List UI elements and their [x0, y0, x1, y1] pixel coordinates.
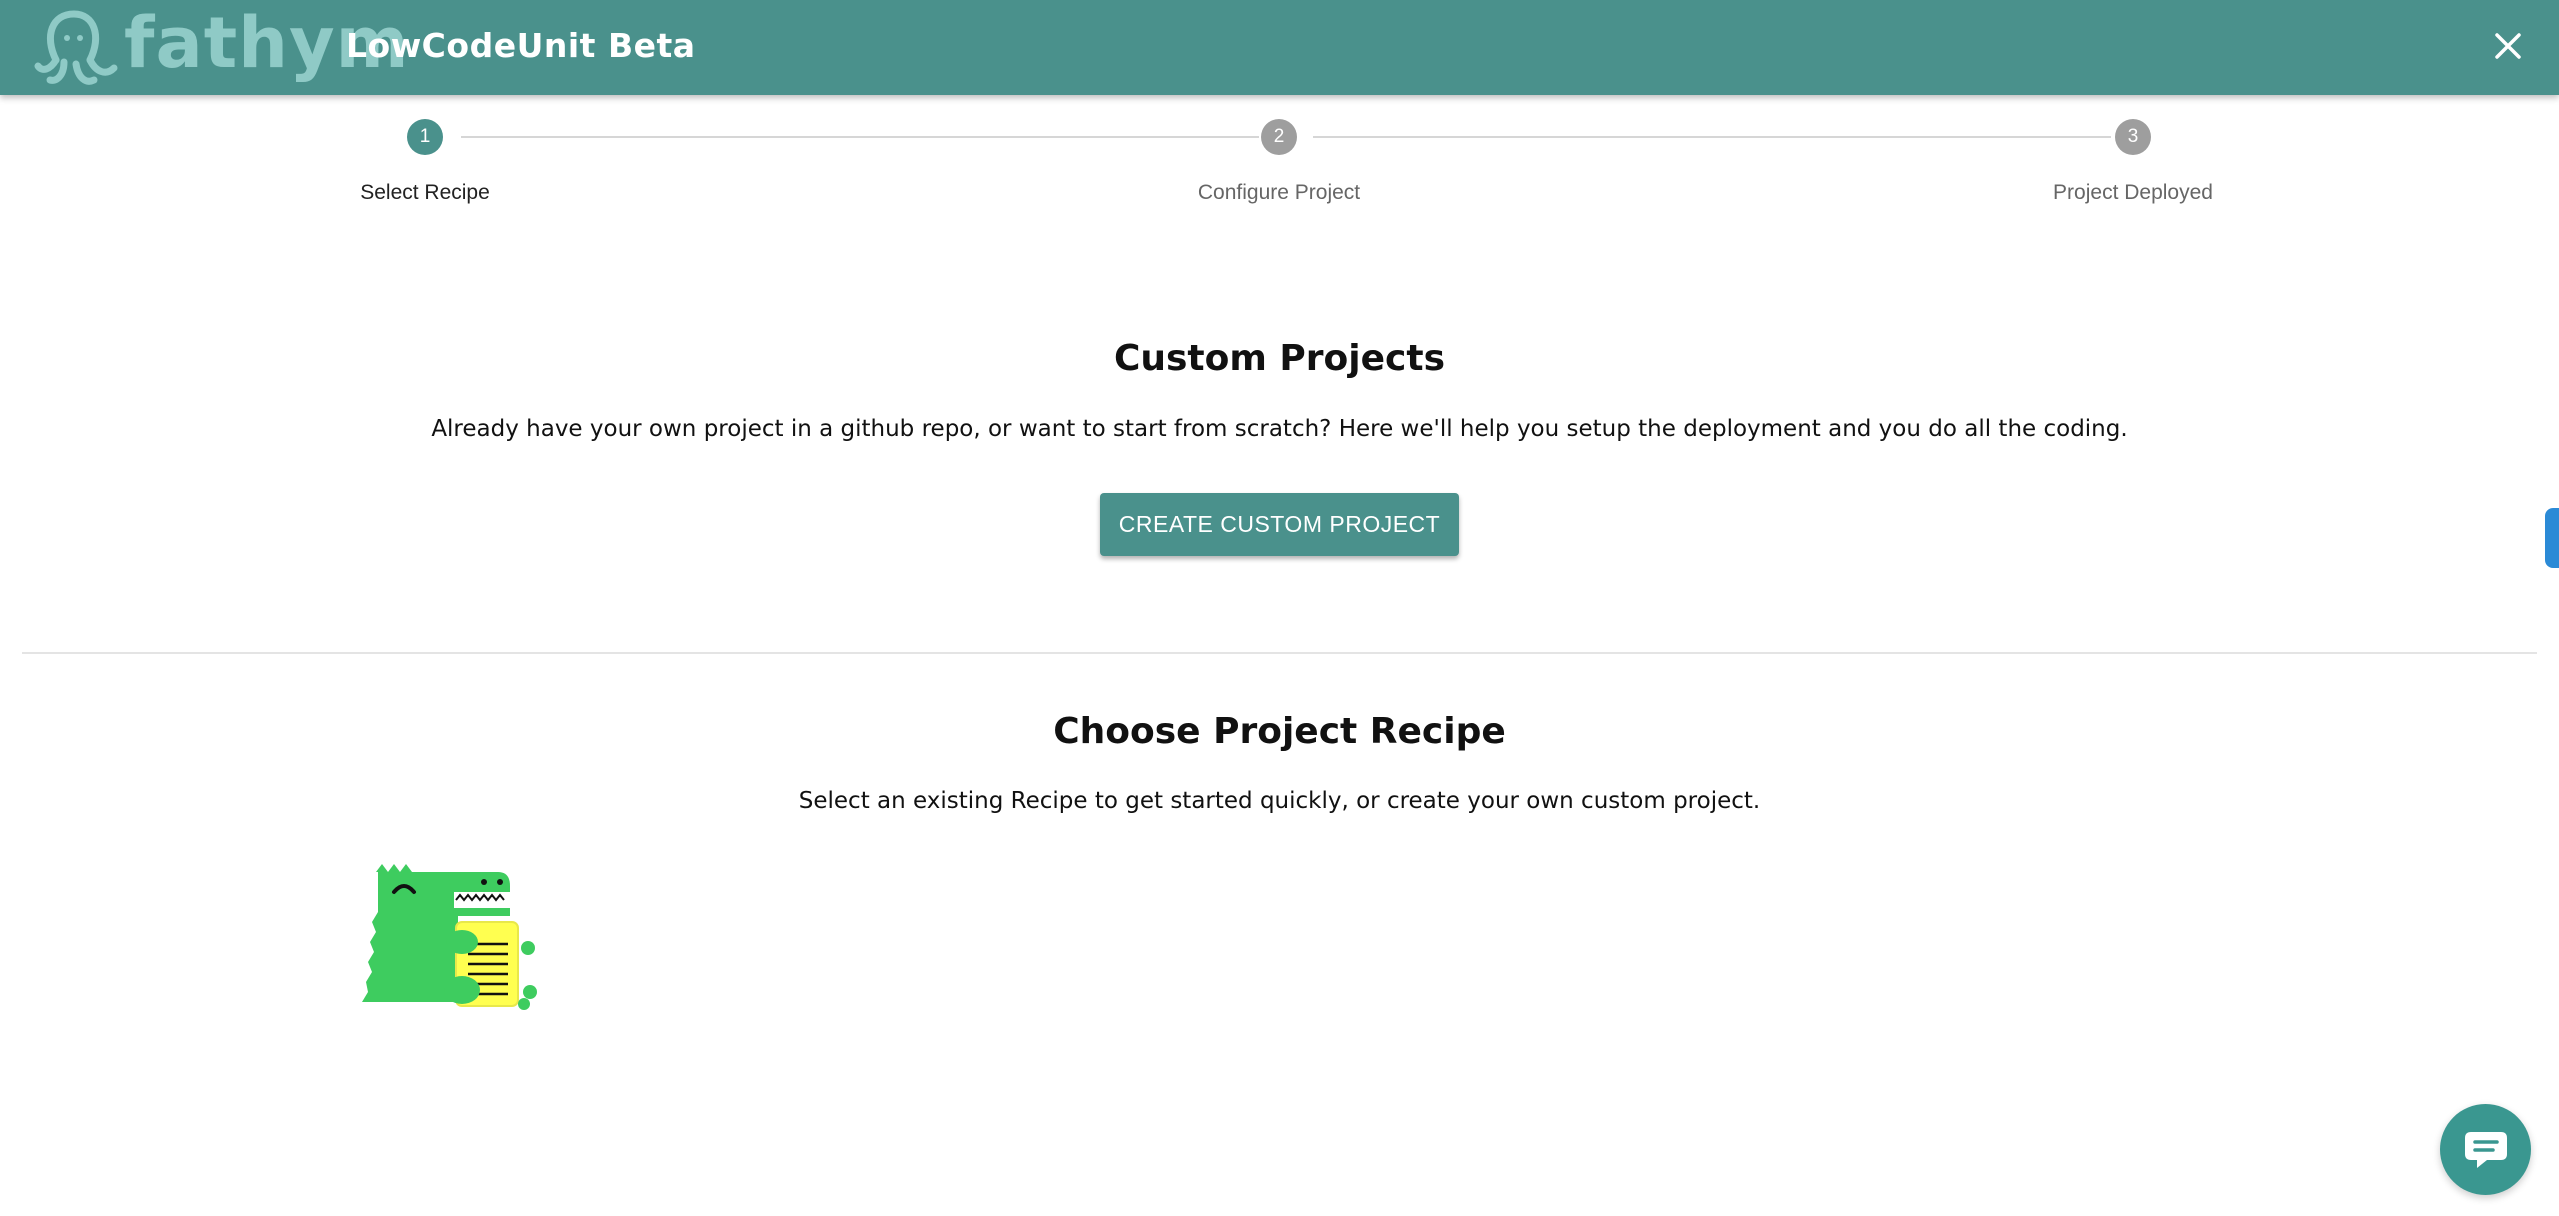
close-icon: [2495, 33, 2521, 59]
app-title: LowCodeUnit Beta: [346, 26, 696, 65]
custom-projects-description: Already have your own project in a githu…: [431, 416, 2128, 442]
progress-stepper: 1 2 3 Select Recipe Configure Project Pr…: [0, 115, 2559, 215]
step-3-label[interactable]: Project Deployed: [2053, 181, 2213, 205]
step-2-indicator[interactable]: 2: [1261, 119, 1297, 155]
create-custom-project-button[interactable]: CREATE CUSTOM PROJECT: [1100, 493, 1459, 556]
chat-button[interactable]: [2440, 1104, 2531, 1195]
recipe-card-docusaurus[interactable]: [358, 852, 544, 1012]
feedback-side-tab[interactable]: [2545, 508, 2559, 568]
step-connector: [1313, 136, 2111, 138]
app-header: fathym LowCodeUnit Beta: [0, 0, 2559, 95]
recipes-description: Select an existing Recipe to get started…: [798, 788, 1761, 814]
section-divider: [22, 652, 2537, 654]
octopus-logo-icon: [34, 10, 118, 85]
recipes-title: Choose Project Recipe: [1053, 711, 1506, 752]
chat-bubble-icon: [2464, 1131, 2507, 1168]
custom-projects-title: Custom Projects: [1113, 338, 1446, 379]
docusaurus-dinosaur-icon: [362, 864, 537, 1010]
step-3-indicator[interactable]: 3: [2115, 119, 2151, 155]
step-connector: [461, 136, 1259, 138]
step-2-label[interactable]: Configure Project: [1198, 181, 1360, 205]
step-1-label[interactable]: Select Recipe: [360, 181, 490, 205]
step-1-indicator[interactable]: 1: [407, 119, 443, 155]
close-button[interactable]: [2490, 28, 2526, 64]
